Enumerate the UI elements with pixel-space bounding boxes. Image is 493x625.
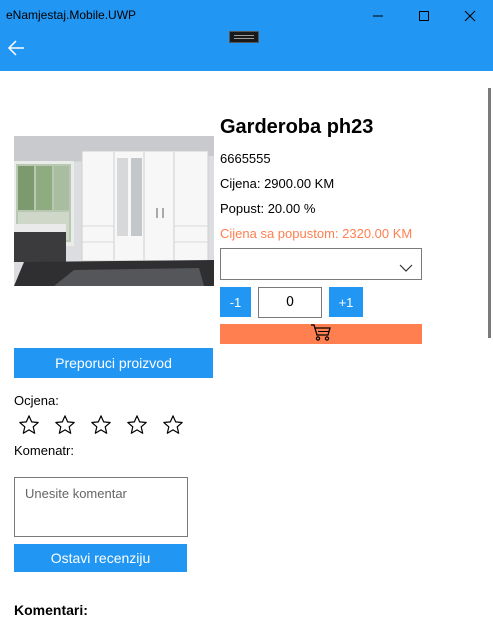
product-name: Garderoba ph23	[220, 116, 374, 138]
submit-review-button[interactable]: Ostavi recenziju	[14, 544, 187, 572]
product-discounted-price: Cijena sa popustom: 2320.00 KM	[220, 226, 413, 241]
star-icon[interactable]	[90, 414, 112, 436]
maximize-icon	[418, 7, 430, 26]
increment-button[interactable]: +1	[329, 287, 363, 317]
arrow-left-icon	[7, 40, 25, 60]
product-code: 6665555	[220, 151, 271, 166]
close-icon	[464, 7, 476, 26]
title-bar-handle	[229, 31, 259, 43]
minimize-icon	[372, 7, 384, 26]
rating-label: Ocjena:	[14, 393, 59, 408]
star-icon[interactable]	[162, 414, 184, 436]
close-button[interactable]	[447, 0, 493, 32]
add-to-cart-button[interactable]	[220, 324, 422, 344]
star-icon[interactable]	[126, 414, 148, 436]
quantity-value: 0	[285, 295, 295, 310]
comment-input[interactable]: Unesite komentar	[14, 477, 188, 537]
decrement-button[interactable]: -1	[220, 287, 251, 317]
star-icon[interactable]	[54, 414, 76, 436]
app-title: eNamjestaj.Mobile.UWP	[6, 8, 137, 22]
comment-placeholder: Unesite komentar	[25, 486, 127, 501]
star-icon[interactable]	[18, 414, 40, 436]
variant-dropdown[interactable]	[220, 248, 422, 280]
product-discount: Popust: 20.00 %	[220, 201, 316, 216]
product-image	[14, 136, 214, 286]
chevron-down-icon	[399, 258, 413, 277]
minimize-button[interactable]	[355, 0, 401, 32]
quantity-field[interactable]: 0	[258, 287, 322, 318]
product-price: Cijena: 2900.00 KM	[220, 176, 335, 191]
recommend-button[interactable]: Preporuci proizvod	[14, 348, 213, 378]
comments-heading: Komentari:	[14, 602, 88, 618]
shopping-cart-icon	[310, 323, 332, 345]
title-bar: eNamjestaj.Mobile.UWP	[0, 0, 493, 32]
comment-label: Komenatr:	[14, 443, 74, 458]
scrollbar[interactable]	[488, 88, 491, 338]
maximize-button[interactable]	[401, 0, 447, 32]
back-button[interactable]	[4, 38, 28, 62]
